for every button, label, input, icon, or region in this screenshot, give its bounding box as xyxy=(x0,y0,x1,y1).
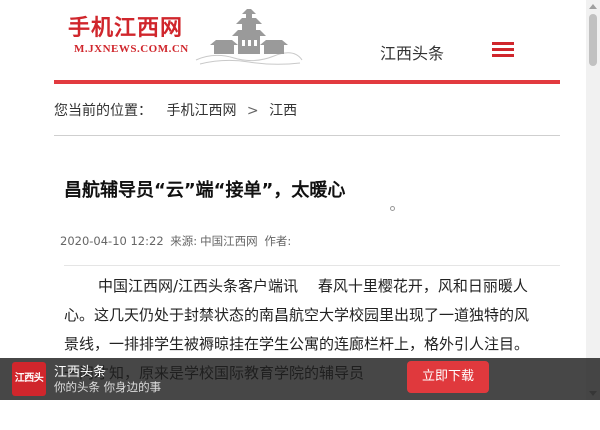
meta-divider xyxy=(64,265,560,266)
article-source-label: 来源: xyxy=(170,234,198,248)
article-source: 中国江西网 xyxy=(200,234,258,248)
breadcrumb-divider xyxy=(54,135,560,136)
site-header: 手机江西网 M.JXNEWS.COM.CN 江西头条 xyxy=(54,0,560,84)
title-dot-icon xyxy=(390,206,395,211)
app-logo: 江西头条 xyxy=(12,362,46,418)
pavilion-logo-icon xyxy=(195,9,303,65)
site-logo-title[interactable]: 手机江西网 xyxy=(68,10,183,42)
article-title: 昌航辅导员“云”端“接单”，太暖心 xyxy=(64,180,346,201)
app-download-banner: 江西头条 江西头条 你的头条 你身边的事 立即下载 xyxy=(0,358,600,418)
breadcrumb: 您当前的位置： 手机江西网 > 江西 xyxy=(54,100,560,120)
breadcrumb-separator: > xyxy=(246,103,259,119)
app-name: 江西头条 xyxy=(54,365,107,380)
menu-icon[interactable] xyxy=(492,42,514,58)
article-date: 2020-04-10 12:22 xyxy=(60,234,164,248)
article-author-label: 作者: xyxy=(264,234,292,248)
app-slogan: 你的头条 你身边的事 xyxy=(54,380,162,394)
download-button[interactable]: 立即下载 xyxy=(407,361,489,393)
channel-name[interactable]: 江西头条 xyxy=(380,40,444,64)
page-scrollbar[interactable] xyxy=(586,0,600,400)
article-meta: 2020-04-10 12:22 来源: 中国江西网 作者: xyxy=(60,233,297,249)
breadcrumb-prefix: 您当前的位置： xyxy=(54,103,152,119)
site-logo-url[interactable]: M.JXNEWS.COM.CN xyxy=(74,43,189,55)
breadcrumb-link-jiangxi[interactable]: 江西 xyxy=(269,103,297,119)
scrollbar-thumb[interactable] xyxy=(589,14,597,66)
breadcrumb-link-home[interactable]: 手机江西网 xyxy=(166,103,236,119)
scroll-up-arrow-icon[interactable] xyxy=(589,4,597,9)
